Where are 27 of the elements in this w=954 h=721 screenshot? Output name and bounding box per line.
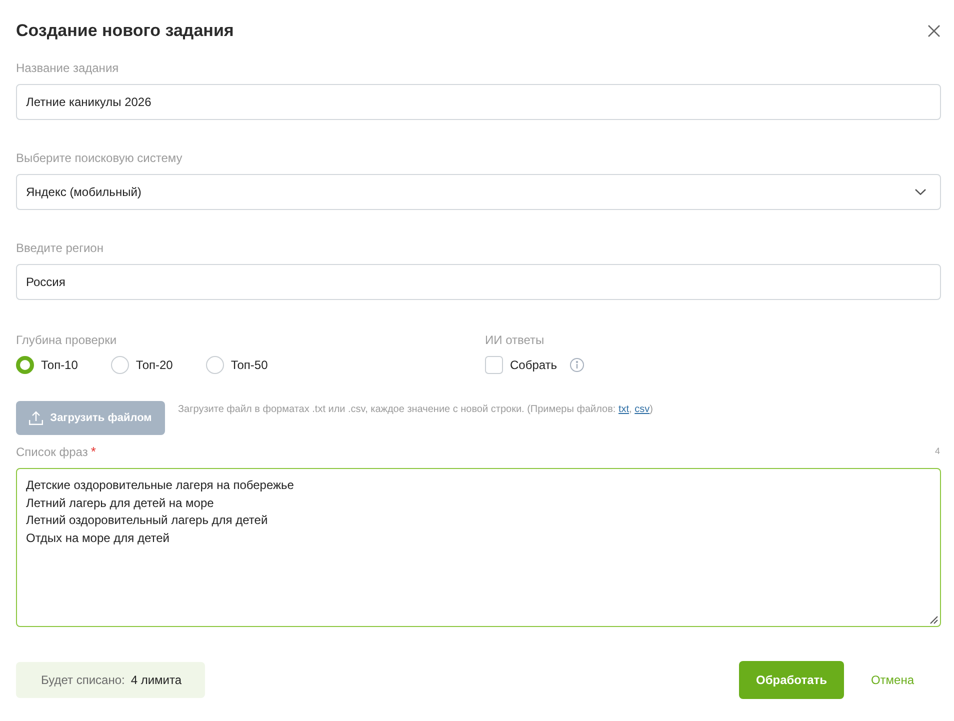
checkbox-option[interactable]: Собрать <box>485 356 558 374</box>
example-file-link[interactable]: csv <box>634 404 650 415</box>
field-label: Выберите поисковую систему <box>16 150 182 166</box>
upload-icon <box>29 411 44 425</box>
phrase-count: 4 <box>934 445 940 458</box>
search-engine-select[interactable]: Яндекс (мобильный) <box>16 174 941 210</box>
radio-option[interactable]: Топ-10 <box>16 356 78 374</box>
resize-handle-icon[interactable] <box>930 616 938 624</box>
field-label: Глубина проверки <box>16 332 117 348</box>
field-label: ИИ ответы <box>485 332 544 348</box>
input-field[interactable]: Летние каникулы 2026 <box>16 84 941 120</box>
chevron-down-icon <box>915 189 926 195</box>
required-mark: * <box>90 444 96 460</box>
cost-value: 4 лимита <box>130 672 182 689</box>
cost-label: Будет списано: <box>41 672 125 689</box>
radio-option[interactable]: Топ-50 <box>206 356 268 374</box>
field-label: Список фраз <box>16 444 88 460</box>
input-field[interactable]: Россия <box>16 264 941 300</box>
field-label: Название задания <box>16 60 119 76</box>
close-icon <box>928 25 940 37</box>
example-file-link[interactable]: txt <box>618 404 630 415</box>
dialog-title: Создание нового задания <box>16 21 234 41</box>
close-button[interactable] <box>928 25 940 37</box>
radio-option[interactable]: Топ-20 <box>110 356 173 374</box>
phrases-textarea[interactable]: Детские оздоровительные лагеря на побережье Летний лагерь для детей на море Летний оздоровительный лагерь для детей Отдых на море для детей <box>16 468 941 627</box>
upload-hint: Загрузите файл в форматах .txt или .csv, каждое значение с новой строки. (Примеры файлов: txt, csv) <box>178 403 653 417</box>
field-label: Введите регион <box>16 240 104 256</box>
